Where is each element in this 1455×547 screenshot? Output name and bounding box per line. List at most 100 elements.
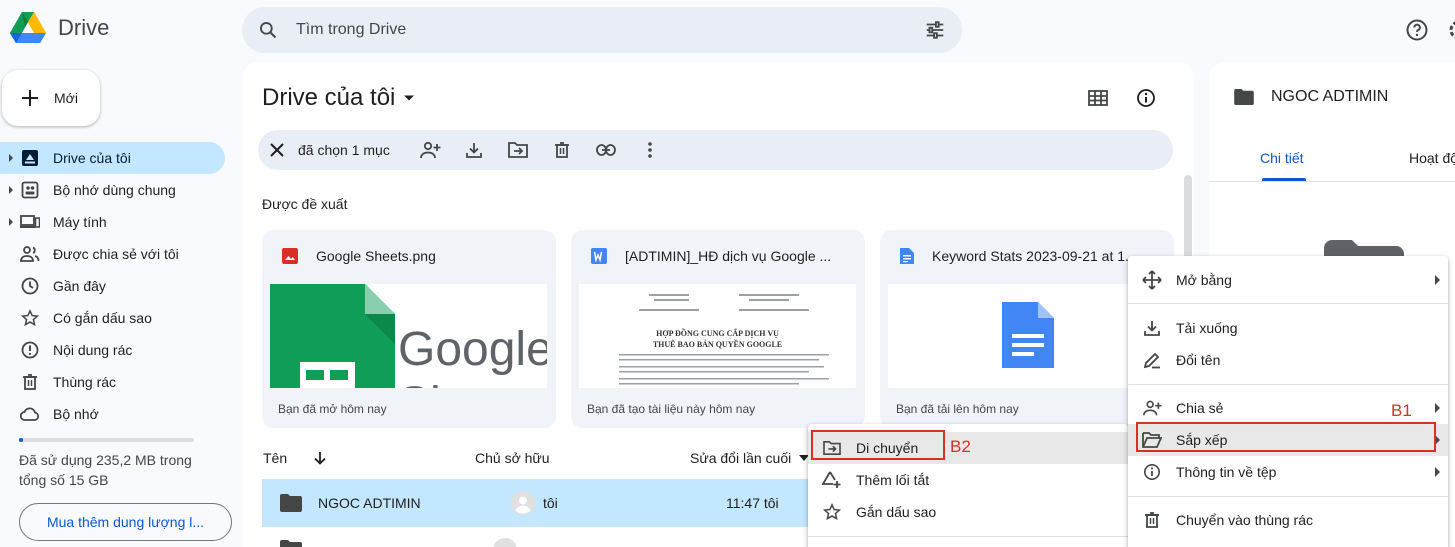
sidebar-item-storage[interactable]: Bộ nhớ: [0, 398, 225, 430]
share-icon[interactable]: [408, 130, 452, 170]
row-owner-name: tôi: [543, 495, 558, 511]
help-icon[interactable]: [1405, 18, 1429, 42]
card-header: [ADTIMIN]_HĐ dịch vụ Google ...: [591, 248, 855, 264]
tab-activity[interactable]: Hoạt độ: [1409, 150, 1455, 166]
link-icon[interactable]: [584, 130, 628, 170]
card-header: Google Sheets.png: [282, 248, 546, 264]
menu-item-add-shortcut[interactable]: Thêm lối tắt: [808, 464, 1128, 496]
sidebar-item-shared-drives[interactable]: Bộ nhớ dùng chung: [0, 174, 225, 206]
folder-icon: [280, 494, 302, 512]
download-icon: [1140, 316, 1164, 340]
table-row[interactable]: NGOC ADTIMIN tôi 11:47 tôi: [262, 479, 822, 527]
storage-usage-text: Đã sử dụng 235,2 MB trong tổng số 15 GB: [19, 452, 192, 488]
docs-file-icon: [900, 248, 914, 264]
suggested-file-card[interactable]: [ADTIMIN]_HĐ dịch vụ Google ... HỢP ĐỒNG…: [571, 230, 865, 428]
menu-item-star[interactable]: Gắn dấu sao: [808, 496, 1128, 528]
annotation-label-b1: B1: [1391, 401, 1412, 420]
menu-item-file-info[interactable]: Thông tin về tệp: [1128, 456, 1448, 488]
sidebar-item-starred[interactable]: Có gắn dấu sao: [0, 302, 225, 334]
table-row[interactable]: [262, 530, 822, 547]
trash-icon: [1140, 508, 1164, 532]
search-options-icon[interactable]: [924, 19, 946, 41]
share-icon: [1140, 396, 1164, 420]
column-name-label: Tên: [263, 450, 288, 466]
clear-selection-icon[interactable]: [270, 143, 284, 157]
page-title-text: Drive của tôi: [262, 84, 396, 111]
sidebar-item-label: Gần đây: [53, 278, 106, 294]
sidebar-item-spam[interactable]: Nội dung rác: [0, 334, 225, 366]
sidebar-item-computers[interactable]: Máy tính: [0, 206, 225, 238]
page-title[interactable]: Drive của tôi: [262, 84, 415, 112]
menu-item-rename[interactable]: Đổi tên: [1128, 344, 1448, 376]
row-file-name: NGOC ADTIMIN: [318, 495, 421, 511]
move-icon[interactable]: [496, 130, 540, 170]
search-bar[interactable]: Tìm trong Drive: [242, 7, 962, 53]
shared-drives-icon: [20, 180, 40, 200]
sidebar-item-recent[interactable]: Gần đây: [0, 270, 225, 302]
drive-logo[interactable]: Drive: [10, 12, 109, 44]
download-icon[interactable]: [452, 130, 496, 170]
tab-divider: [1209, 181, 1455, 182]
cloud-icon: [20, 404, 40, 424]
trash-icon[interactable]: [540, 130, 584, 170]
spam-icon: [20, 340, 40, 360]
menu-item-open-with[interactable]: Mở bằng: [1128, 264, 1448, 296]
menu-item-move-to-trash[interactable]: Chuyển vào thùng rác: [1128, 504, 1448, 536]
arrow-down-icon[interactable]: [313, 451, 327, 465]
folder-icon: [280, 540, 302, 547]
my-drive-icon: [20, 148, 40, 168]
more-vert-icon[interactable]: [628, 130, 672, 170]
expand-caret-icon[interactable]: [9, 154, 13, 162]
column-header-owner[interactable]: Chủ sở hữu: [475, 450, 550, 466]
menu-divider: [1128, 384, 1448, 385]
sidebar-item-shared-with-me[interactable]: Được chia sẻ với tôi: [0, 238, 225, 270]
selection-toolbar: đã chọn 1 mục: [258, 130, 1173, 170]
new-button[interactable]: Mới: [2, 70, 100, 126]
card-activity: Bạn đã tải lên hôm nay: [896, 402, 1019, 416]
suggested-file-card[interactable]: Google Sheets.png Google Sheets Bạn đã m…: [262, 230, 556, 428]
menu-item-label: Đổi tên: [1176, 352, 1221, 368]
plus-icon: [22, 90, 38, 106]
column-header-modified[interactable]: Sửa đổi lần cuối: [690, 450, 810, 466]
column-header-name[interactable]: Tên: [263, 450, 327, 466]
annotation-box-b2: [811, 430, 945, 460]
card-file-name: Google Sheets.png: [316, 248, 436, 264]
menu-divider: [1128, 303, 1448, 304]
buy-storage-button[interactable]: Mua thêm dung lượng l...: [19, 503, 232, 541]
card-thumbnail: HỢP ĐỒNG CUNG CẤP DỊCH VỤ THUÊ BAO BẢN Q…: [579, 284, 856, 388]
submenu-arrow-icon: [1435, 467, 1440, 477]
star-icon: [20, 308, 40, 328]
grid-view-icon[interactable]: [1087, 88, 1109, 108]
add-shortcut-icon: [820, 468, 844, 492]
menu-item-label: Gắn dấu sao: [856, 504, 937, 520]
expand-caret-icon[interactable]: [9, 218, 13, 226]
clock-icon: [20, 276, 40, 296]
menu-item-download[interactable]: Tải xuống: [1128, 312, 1448, 344]
expand-caret-icon[interactable]: [9, 186, 13, 194]
card-file-name: [ADTIMIN]_HĐ dịch vụ Google ...: [625, 248, 832, 264]
sidebar-item-my-drive[interactable]: Drive của tôi: [0, 142, 225, 174]
annotation-label-b2: B2: [950, 437, 971, 456]
computer-icon: [20, 212, 40, 232]
row-modified: 11:47 tôi: [726, 495, 779, 511]
new-button-label: Mới: [54, 90, 78, 106]
row-owner: tôi: [511, 491, 726, 515]
sidebar-item-label: Máy tính: [53, 214, 107, 230]
sidebar-item-trash[interactable]: Thùng rác: [0, 366, 225, 398]
image-file-icon: [282, 248, 298, 264]
search-icon: [260, 22, 277, 39]
settings-icon[interactable]: [1447, 18, 1455, 42]
menu-item-label: Thêm lối tắt: [856, 472, 930, 488]
open-with-icon: [1140, 268, 1164, 292]
menu-item-label: Thông tin về tệp: [1176, 464, 1277, 480]
document-title: HỢP ĐỒNG CUNG CẤP DỊCH VỤ: [656, 329, 779, 338]
organize-submenu: Di chuyển Thêm lối tắt Gắn dấu sao B2: [808, 424, 1128, 547]
context-menu: Mở bằng Tải xuống Đổi tên Chia sẻ Sắp xế…: [1128, 256, 1448, 547]
menu-item-label: Chia sẻ: [1176, 400, 1224, 416]
document-subtitle: THUÊ BAO BẢN QUYỀN GOOGLE: [652, 340, 783, 349]
tab-details[interactable]: Chi tiết: [1260, 150, 1304, 166]
info-icon[interactable]: [1136, 88, 1156, 108]
star-icon: [820, 500, 844, 524]
search-input[interactable]: Tìm trong Drive: [296, 21, 924, 39]
menu-divider: [808, 536, 1128, 537]
